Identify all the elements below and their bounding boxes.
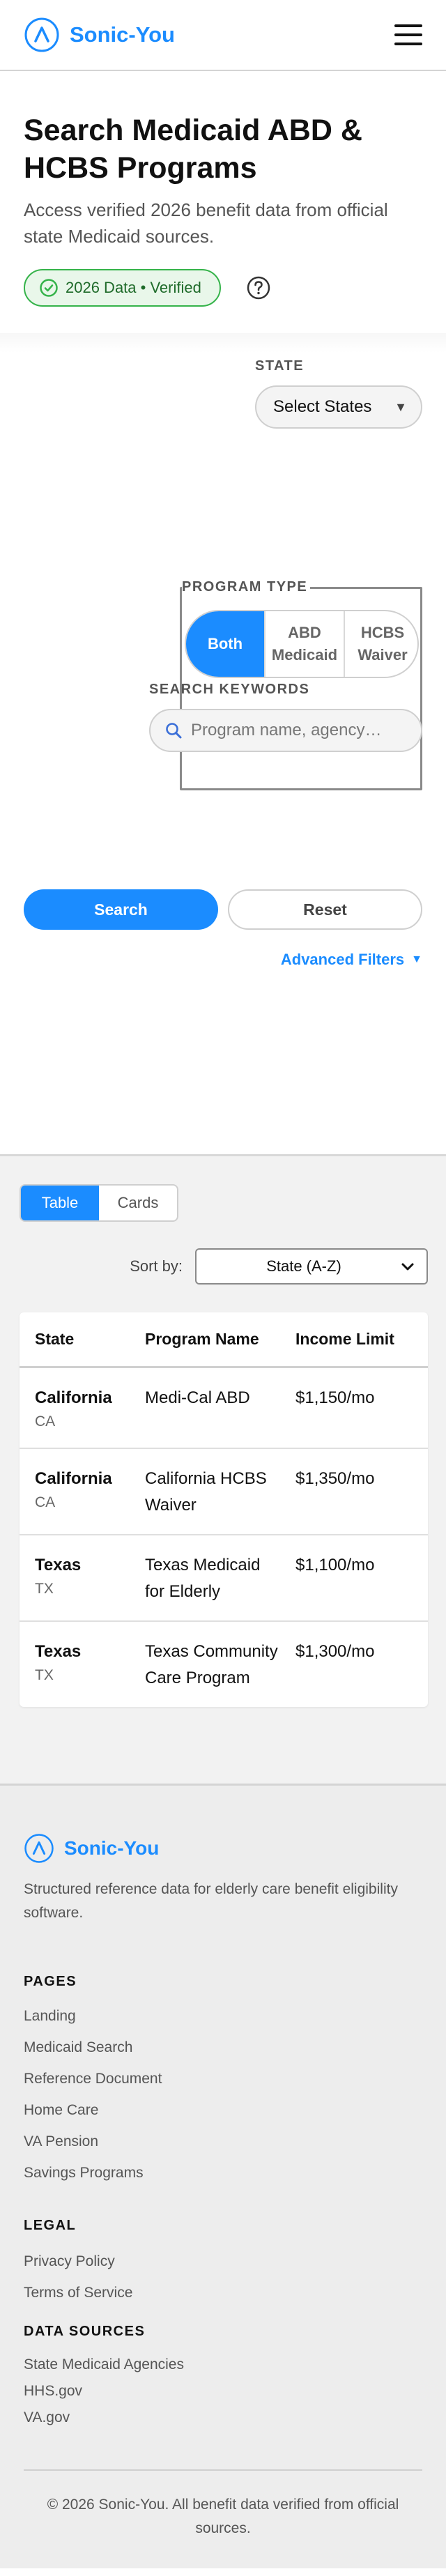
chevron-down-icon [401, 1263, 414, 1271]
income-limit-cell: $1,100/mo [280, 1534, 428, 1622]
filter-actions: Search Reset [24, 889, 422, 930]
dropdown-caret-icon: ▼ [394, 399, 407, 414]
footer-source-hhs[interactable]: HHS.gov [24, 2383, 422, 2400]
sonic-you-logo-icon [24, 17, 59, 52]
verified-badge-label: 2026 Data • Verified [66, 279, 201, 296]
advanced-filters-label: Advanced Filters [280, 951, 405, 968]
footer-pages-heading: PAGES [24, 1973, 77, 1989]
footer-link-savings-programs[interactable]: Savings Programs [24, 2165, 422, 2182]
search-icon [166, 723, 182, 739]
search-filters: STATE Select States ▼ PROGRAM TYPE Both … [0, 333, 446, 1154]
state-cell: Texas TX [20, 1621, 130, 1707]
page-subtitle: Access verified 2026 benefit data from o… [24, 199, 388, 247]
state-name: Texas [35, 1555, 82, 1574]
page-title: Search Medicaid ABD & HCBS Programs [24, 114, 362, 185]
advanced-filters-link[interactable]: Advanced Filters ▼ [281, 951, 422, 969]
sonic-you-logo-icon [24, 1833, 54, 1863]
keywords-label: SEARCH KEYWORDS [149, 682, 310, 697]
footer-link-va-pension[interactable]: VA Pension [24, 2133, 422, 2150]
program-name-cell: Medi-Cal ABD [130, 1367, 280, 1449]
table-row[interactable]: California CA California HCBS Waiver $1,… [20, 1448, 428, 1535]
state-abbr: CA [35, 1413, 56, 1429]
keywords-input-wrapper [149, 709, 422, 752]
brand-name: Sonic-You [70, 22, 175, 47]
site-footer: Sonic-You Structured reference data for … [0, 1783, 446, 2568]
program-name-cell: Texas Community Care Program [145, 1641, 278, 1687]
footer-copyright: © 2026 Sonic-You. All benefit data verif… [24, 2469, 422, 2540]
footer-sources-heading: DATA SOURCES [24, 2323, 146, 2339]
program-type-abd-medicaid[interactable]: ABD Medicaid [264, 611, 344, 677]
chevron-down-icon: ▼ [411, 953, 422, 965]
income-limit-cell: $1,350/mo [280, 1448, 428, 1535]
state-cell: California CA [20, 1448, 130, 1535]
state-label: STATE [255, 358, 305, 374]
sort-label: Sort by: [130, 1257, 183, 1275]
site-header: Sonic-You [0, 0, 446, 71]
column-header-state[interactable]: State [20, 1312, 130, 1368]
keywords-filter: SEARCH KEYWORDS [149, 682, 422, 752]
results-table: State Program Name Income Limit Californ… [20, 1312, 428, 1707]
income-limit-cell: $1,300/mo [295, 1641, 375, 1661]
view-tab-table[interactable]: Table [21, 1186, 99, 1220]
results-section: Table Cards Sort by: State (A-Z) State P… [0, 1154, 446, 1784]
program-type-both[interactable]: Both [186, 611, 264, 677]
state-abbr: TX [35, 1666, 54, 1683]
search-button[interactable]: Search [24, 889, 218, 930]
income-limit-cell: $1,150/mo [280, 1367, 428, 1449]
program-type-toggle: Both ABD Medicaid HCBS Waiver [185, 610, 419, 678]
footer-pages: PAGES Landing Medicaid Search Reference … [24, 1974, 422, 2182]
program-name-cell: California HCBS Waiver [130, 1448, 280, 1535]
footer-link-medicaid-search[interactable]: Medicaid Search [24, 2039, 422, 2056]
question-circle-icon[interactable] [246, 275, 271, 300]
footer-legal-heading: LEGAL [24, 2217, 77, 2233]
footer-link-reference-document[interactable]: Reference Document [24, 2071, 422, 2087]
state-filter: STATE Select States ▼ [255, 358, 422, 429]
state-name: Texas [35, 1641, 82, 1661]
badge-row: 2026 Data • Verified [24, 269, 422, 307]
program-name-cell: Texas Medicaid for Elderly [130, 1534, 280, 1622]
program-type-hcbs-waiver[interactable]: HCBS Waiver [344, 611, 417, 677]
verified-badge: 2026 Data • Verified [24, 269, 221, 307]
table-row[interactable]: Texas TX Texas Community Care Program $1… [20, 1621, 428, 1707]
state-select-value: Select States [273, 397, 372, 416]
footer-source-va[interactable]: VA.gov [24, 2409, 422, 2426]
keywords-input[interactable] [191, 721, 407, 740]
footer-source-state-medicaid[interactable]: State Medicaid Agencies [24, 2356, 422, 2373]
table-row[interactable]: Texas TX Texas Medicaid for Elderly $1,1… [20, 1534, 428, 1622]
table-header-row: State Program Name Income Limit [20, 1312, 428, 1368]
results-table-card: State Program Name Income Limit Californ… [20, 1312, 428, 1707]
reset-button[interactable]: Reset [228, 889, 422, 930]
footer-brand[interactable]: Sonic-You [24, 1833, 422, 1864]
footer-link-terms-of-service[interactable]: Terms of Service [24, 2285, 422, 2301]
footer-link-privacy-policy[interactable]: Privacy Policy [24, 2253, 422, 2270]
footer-description: Structured reference data for elderly ca… [24, 1880, 398, 1921]
state-cell: California CA [20, 1367, 130, 1449]
view-tab-cards[interactable]: Cards [99, 1186, 177, 1220]
sort-row: Sort by: State (A-Z) [20, 1248, 428, 1285]
filters-shade [0, 333, 446, 353]
state-name: California [35, 1469, 112, 1488]
footer-data-sources: DATA SOURCES State Medicaid Agencies HHS… [24, 2324, 422, 2426]
state-select[interactable]: Select States ▼ [255, 385, 422, 429]
hero-section: Search Medicaid ABD & HCBS Programs Acce… [0, 71, 446, 333]
state-name: California [35, 1388, 112, 1407]
footer-legal: LEGAL Privacy Policy Terms of Service [24, 2218, 422, 2301]
sort-select-value: State (A-Z) [266, 1257, 341, 1275]
program-type-label: PROGRAM TYPE [182, 579, 311, 595]
footer-brand-name: Sonic-You [64, 1837, 160, 1859]
brand-link[interactable]: Sonic-You [24, 17, 175, 53]
column-header-income-limit[interactable]: Income Limit [280, 1312, 428, 1368]
column-header-program-name[interactable]: Program Name [130, 1312, 280, 1368]
table-row[interactable]: California CA Medi-Cal ABD $1,150/mo [20, 1367, 428, 1449]
hamburger-menu-icon[interactable] [394, 24, 422, 45]
sort-select[interactable]: State (A-Z) [195, 1248, 428, 1285]
state-cell: Texas TX [20, 1534, 130, 1622]
footer-link-home-care[interactable]: Home Care [24, 2102, 422, 2119]
state-abbr: TX [35, 1580, 54, 1597]
state-abbr: CA [35, 1494, 56, 1510]
check-circle-icon [40, 279, 58, 297]
footer-link-landing[interactable]: Landing [24, 2008, 422, 2025]
view-toggle: Table Cards [20, 1184, 178, 1222]
